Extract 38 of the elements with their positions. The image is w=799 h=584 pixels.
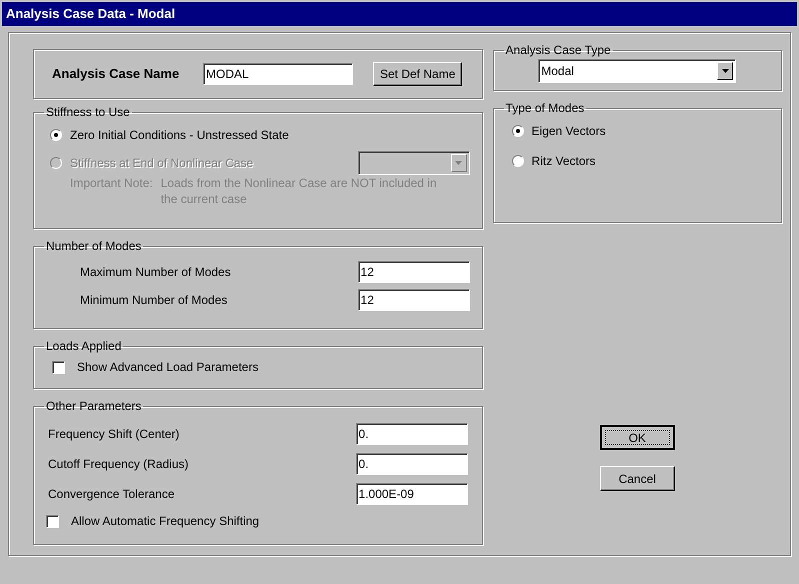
group-title: Number of Modes (45, 238, 142, 255)
dialog-button[interactable]: OK (600, 425, 675, 450)
input-field[interactable]: 1.000E-09 (356, 483, 468, 505)
input-field[interactable]: 0. (356, 423, 468, 445)
note-label: Important Note: (70, 175, 153, 192)
radio-label: Ritz Vectors (532, 153, 596, 170)
radio-button[interactable] (50, 129, 62, 141)
set-def-name-button[interactable]: Set Def Name (373, 62, 462, 86)
radio-label: Stiffness at End of Nonlinear Case (70, 155, 254, 172)
field-label: Cutoff Frequency (Radius) (48, 456, 189, 473)
field-label: Frequency Shift (Center) (48, 426, 180, 443)
checkbox[interactable] (52, 360, 65, 374)
group-title: Stiffness to Use (45, 104, 131, 121)
dialog-button[interactable]: Cancel (600, 466, 675, 491)
group-title: Other Parameters (45, 398, 142, 415)
group-title: Loads Applied (45, 338, 122, 355)
checkbox-label: Allow Automatic Frequency Shifting (71, 513, 260, 530)
note-text: Loads from the Nonlinear Case are NOT included in the current case (160, 175, 438, 207)
group-title: Type of Modes (504, 100, 586, 117)
checkbox-label: Show Advanced Load Parameters (77, 359, 258, 376)
group-title: Analysis Case Type (504, 42, 612, 59)
input-field[interactable]: 12 (358, 261, 470, 283)
input-field[interactable]: MODAL (203, 63, 353, 85)
input-field[interactable]: 0. (356, 453, 468, 475)
radio-label: Eigen Vectors (532, 123, 606, 140)
field-label: Convergence Tolerance (48, 486, 175, 503)
window-title: Analysis Case Data - Modal (6, 5, 176, 24)
radio-button[interactable] (512, 125, 524, 137)
radio-button[interactable] (512, 155, 524, 167)
case-dropdown[interactable] (358, 151, 470, 175)
checkbox[interactable] (46, 514, 59, 528)
field-label: Minimum Number of Modes (80, 292, 228, 309)
input-field[interactable]: 12 (358, 289, 470, 311)
field-label: Maximum Number of Modes (80, 264, 231, 281)
dropdown-value: Modal (541, 63, 574, 80)
case-name-label: Analysis Case Name (52, 65, 180, 84)
radio-label: Zero Initial Conditions - Unstressed State (70, 127, 289, 144)
case-type-dropdown[interactable]: Modal (538, 59, 736, 83)
